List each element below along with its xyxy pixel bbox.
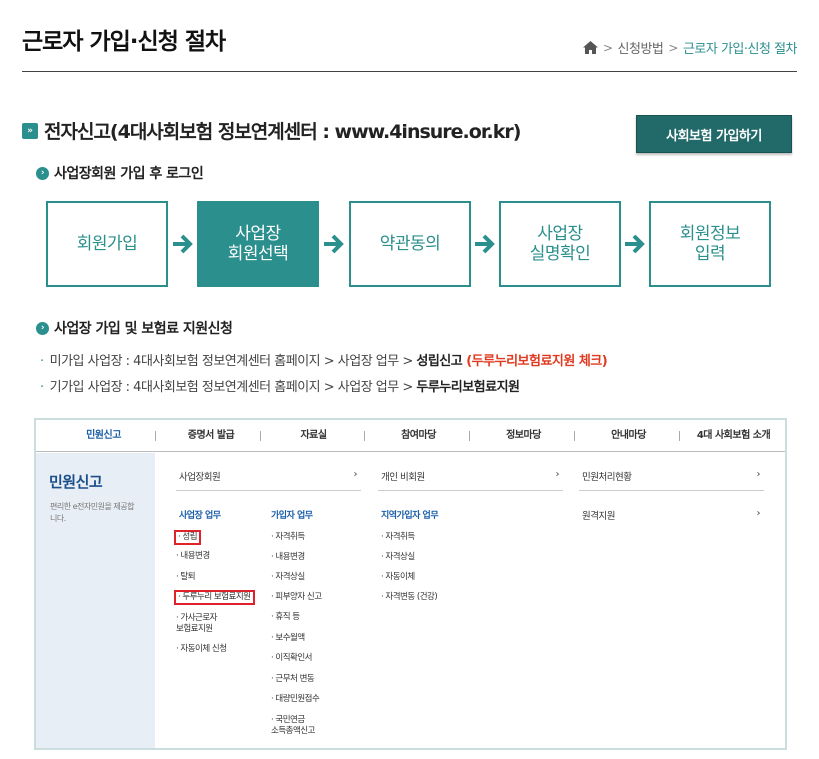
- site-nav: 민원신고 증명서 발급 자료실 참여마당 정보마당 안내마당 4대 사회보험 소…: [36, 420, 785, 452]
- menu-item-establish[interactable]: · 성립: [174, 530, 202, 545]
- bullet-unregistered: · 미가입 사업장 : 4대사회보험 정보연계센터 홈페이지 > 사업장 업무 >…: [40, 354, 608, 369]
- menu-row-business-member[interactable]: 사업장회원 ›: [179, 469, 357, 484]
- menu-item[interactable]: · 대량민원접수: [271, 694, 320, 705]
- join-insurance-button[interactable]: 사회보험 가입하기: [636, 115, 792, 153]
- col-head-business: 사업장 업무: [179, 511, 221, 521]
- menu-item[interactable]: · 자격취득: [271, 532, 305, 543]
- menu-item[interactable]: · 자격상실: [381, 552, 415, 563]
- step-select-member: 사업장 회원선택: [197, 201, 319, 287]
- site-sidebar: 민원신고 편리한 e전자민원을 제공합니다.: [36, 453, 155, 748]
- nav-item[interactable]: 민원신고: [46, 420, 161, 452]
- menu-item[interactable]: · 탈퇴: [176, 572, 196, 583]
- chevron-right-icon: ›: [756, 469, 761, 480]
- arrow-right-icon: [625, 234, 645, 254]
- nav-item[interactable]: 4대 사회보험 소개: [681, 420, 786, 452]
- menu-item[interactable]: · 내용변경: [176, 551, 210, 562]
- page-title: 근로자 가입·신청 절차: [22, 29, 226, 55]
- arrow-right-icon: [173, 234, 193, 254]
- section-heading: » 전자신고(4대사회보험 정보연계센터 : www.4insure.or.kr…: [22, 117, 521, 144]
- breadcrumb: > 신청방법 > 근로자 가입·신청 절차: [582, 38, 798, 57]
- nav-item[interactable]: 증명서 발급: [161, 420, 261, 452]
- arrow-right-icon: [324, 234, 344, 254]
- menu-item[interactable]: · 근무처 변동: [271, 674, 315, 685]
- subheading-login: › 사업장회원 가입 후 로그인: [36, 163, 204, 183]
- nav-item[interactable]: 안내마당: [576, 420, 681, 452]
- menu-item[interactable]: · 휴직 등: [271, 612, 300, 623]
- menu-item[interactable]: · 가사근로자 보험료지원: [176, 613, 218, 635]
- nav-item[interactable]: 참여마당: [366, 420, 471, 452]
- menu-item[interactable]: · 내용변경: [271, 552, 305, 563]
- section-title: 전자신고(4대사회보험 정보연계센터 : www.4insure.or.kr): [44, 121, 521, 143]
- step-member-info: 회원정보 입력: [649, 201, 771, 287]
- process-steps: 회원가입 사업장 회원선택 약관동의 사업장 실명확인 회원정보 입력: [46, 201, 772, 287]
- col-head-subscriber: 가입자 업무: [271, 511, 313, 521]
- menu-item[interactable]: · 국민연금 소득총액신고: [271, 715, 315, 737]
- chevron-right-icon: >: [602, 40, 613, 55]
- menu-item[interactable]: · 자격취득: [381, 532, 415, 543]
- step-signup: 회원가입: [46, 201, 168, 287]
- chevron-right-icon: ›: [353, 469, 358, 480]
- subheading-apply: › 사업장 가입 및 보험료 지원신청: [36, 318, 233, 338]
- sidebar-description: 편리한 e전자민원을 제공합니다.: [50, 502, 134, 523]
- menu-item[interactable]: · 피부양자 신고: [271, 592, 322, 603]
- step-verify-name: 사업장 실명확인: [499, 201, 621, 287]
- nav-item[interactable]: 자료실: [261, 420, 366, 452]
- menu-row-status[interactable]: 민원처리현황 ›: [582, 469, 760, 484]
- title-divider: [22, 71, 797, 72]
- step-terms-agree: 약관동의: [349, 201, 471, 287]
- chevron-right-icon: ›: [555, 469, 560, 480]
- menu-item-durunuri[interactable]: · 두루누리 보험료지원: [174, 590, 255, 605]
- website-screenshot: 민원신고 증명서 발급 자료실 참여마당 정보마당 안내마당 4대 사회보험 소…: [34, 418, 787, 750]
- col-head-regional: 지역가입자 업무: [381, 511, 439, 521]
- menu-item[interactable]: · 보수월액: [271, 633, 305, 644]
- breadcrumb-current: 근로자 가입·신청 절차: [682, 42, 798, 57]
- arrow-right-icon: [475, 234, 495, 254]
- sidebar-title: 민원신고: [49, 473, 103, 491]
- chevron-right-icon: >: [668, 40, 678, 55]
- home-icon[interactable]: [582, 41, 598, 54]
- menu-row-individual[interactable]: 개인 비회원 ›: [381, 469, 559, 484]
- subheading-text: 사업장회원 가입 후 로그인: [54, 166, 204, 182]
- menu-item[interactable]: · 이직확인서: [271, 653, 313, 664]
- breadcrumb-item[interactable]: 신청방법: [618, 38, 664, 57]
- menu-item[interactable]: · 자동이체 신청: [176, 644, 227, 655]
- menu-item[interactable]: · 자격변동 (건강): [381, 592, 438, 603]
- circle-chevron-icon: ›: [36, 166, 49, 180]
- circle-chevron-icon: ›: [36, 321, 49, 335]
- bullet-registered: · 기가입 사업장 : 4대사회보험 정보연계센터 홈페이지 > 사업장 업무 >…: [40, 380, 520, 395]
- menu-row-remote-support[interactable]: 원격지원 ›: [582, 508, 760, 523]
- nav-item[interactable]: 정보마당: [471, 420, 576, 452]
- double-chevron-icon: »: [22, 122, 38, 139]
- chevron-right-icon: ›: [756, 508, 761, 519]
- subheading-text: 사업장 가입 및 보험료 지원신청: [54, 321, 233, 337]
- menu-item[interactable]: · 자격상실: [271, 572, 305, 583]
- menu-item[interactable]: · 자동이체: [381, 572, 415, 583]
